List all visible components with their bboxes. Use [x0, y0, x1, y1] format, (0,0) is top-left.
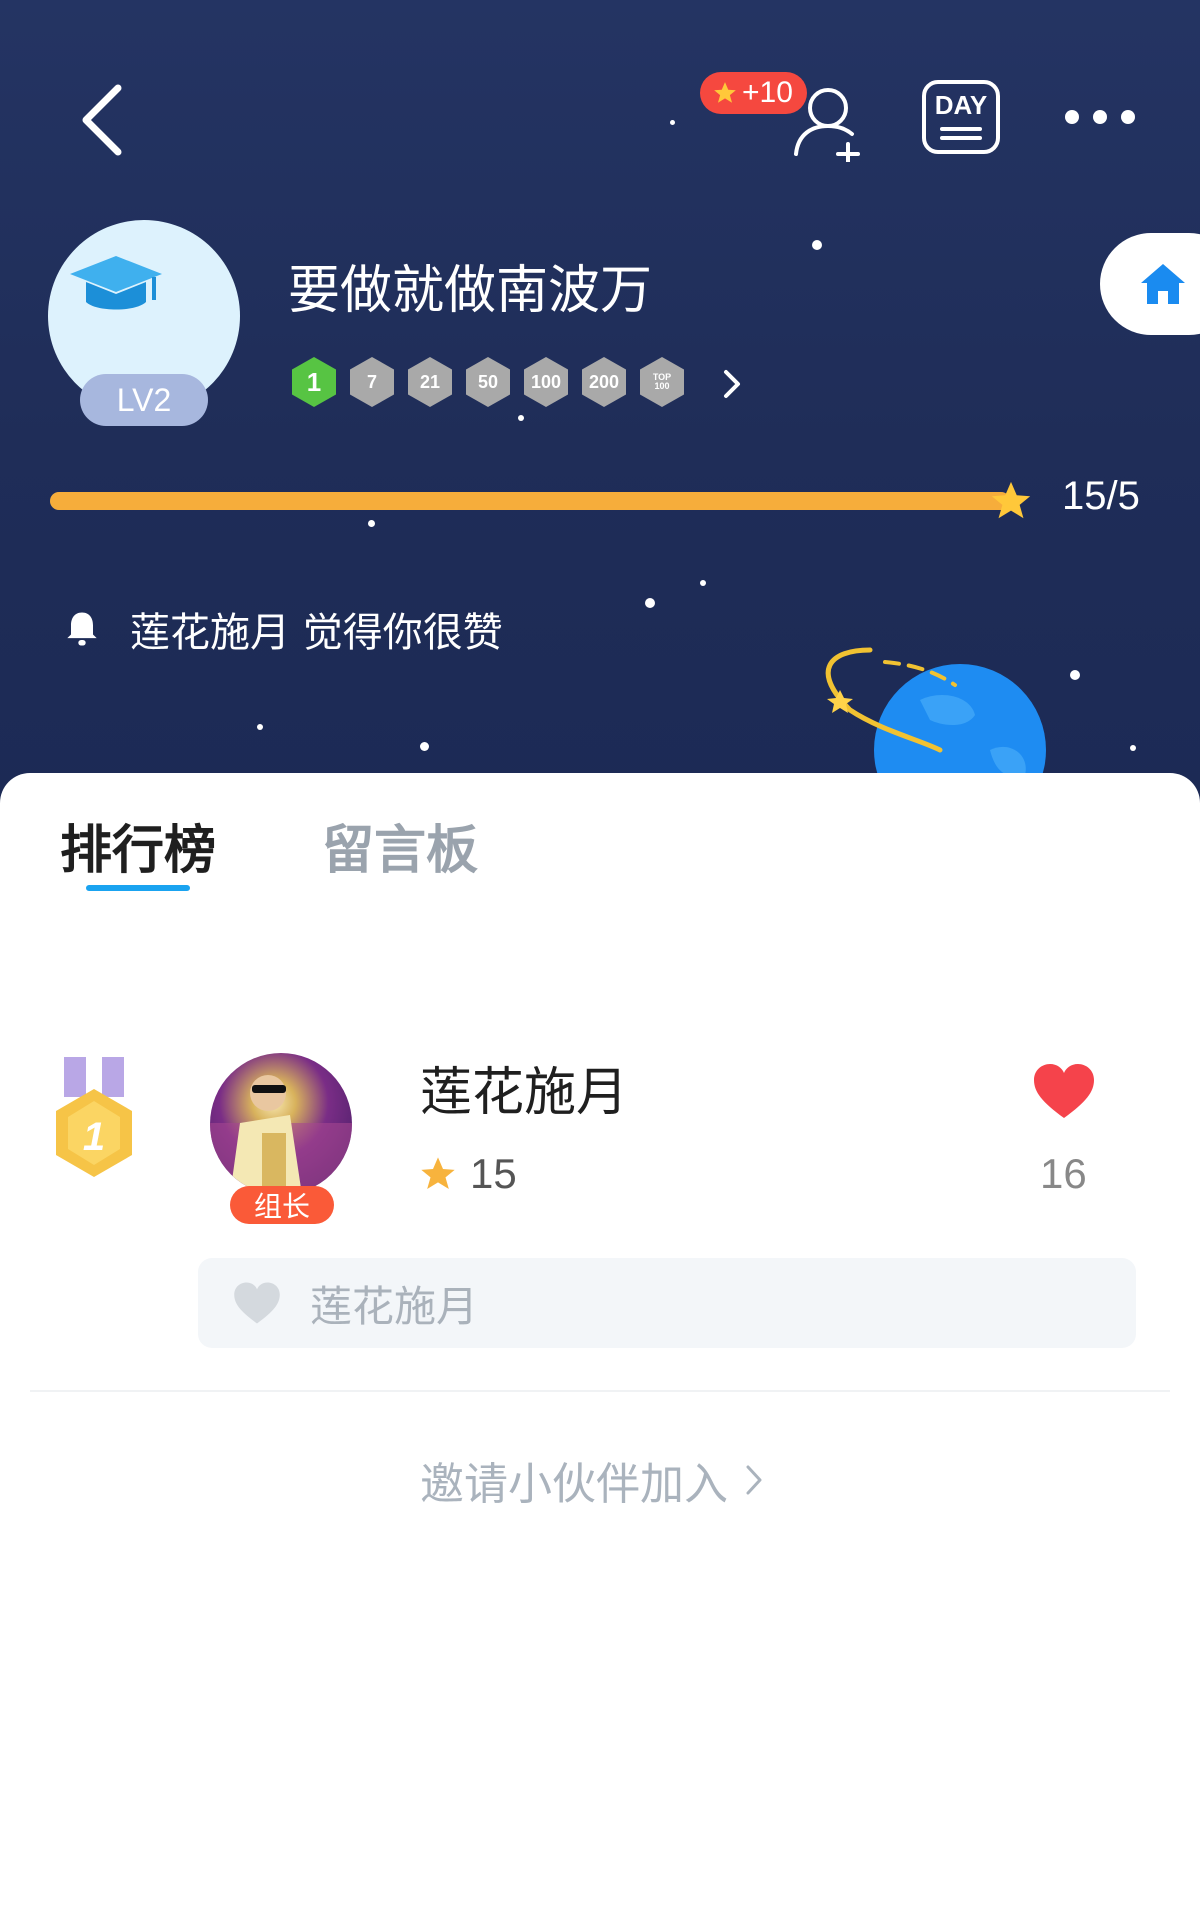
- member-avatar[interactable]: [210, 1053, 352, 1195]
- badge-day-1: 1: [292, 357, 336, 407]
- like-count: 16: [1040, 1150, 1087, 1197]
- home-icon: [1141, 264, 1185, 304]
- avatar-photo: [210, 1075, 352, 1195]
- tab-message-board[interactable]: 留言板: [322, 808, 478, 883]
- star-decoration: [645, 598, 655, 608]
- liker-names: 莲花施月: [310, 1281, 479, 1331]
- notification-text: 莲花施月 觉得你很赞: [130, 610, 503, 656]
- group-header: +10 DAY LV2 要做就做南波万 1 7 21 50 100 200 TO…: [0, 0, 1200, 810]
- level-badge: LV2: [80, 374, 208, 426]
- badge-list[interactable]: 1 7 21 50 100 200 TOP 100: [292, 357, 684, 407]
- badge-top-100: TOP 100: [640, 357, 684, 407]
- badge-day-21: 21: [408, 357, 452, 407]
- graduation-cap-icon: [70, 256, 162, 310]
- invite-friends-button[interactable]: 邀请小伙伴加入: [420, 1448, 764, 1512]
- group-name: 要做就做南波万: [288, 261, 653, 321]
- list-lines-icon: [940, 122, 982, 140]
- like-notification[interactable]: 莲花施月 觉得你很赞: [60, 600, 503, 658]
- divider: [30, 1390, 1170, 1392]
- chevron-right-icon[interactable]: [720, 366, 744, 402]
- star-decoration: [1130, 745, 1136, 751]
- badge-day-100: 100: [524, 357, 568, 407]
- more-options-icon[interactable]: [1065, 110, 1145, 130]
- progress-count: 15/5: [1062, 474, 1140, 518]
- chevron-right-icon: [746, 1465, 762, 1495]
- leader-tag: 组长: [230, 1186, 334, 1224]
- star-decoration: [518, 415, 524, 421]
- star-decoration: [700, 580, 706, 586]
- heart-icon: [234, 1282, 280, 1324]
- liker-list: 莲花施月: [198, 1258, 1136, 1348]
- bell-icon: [67, 612, 97, 646]
- tab-ranking[interactable]: 排行榜: [60, 808, 216, 883]
- follow-bonus-text: +10: [742, 76, 793, 109]
- badge-day-200: 200: [582, 357, 626, 407]
- rank-number: 1: [83, 1115, 105, 1159]
- badge-day-7: 7: [350, 357, 394, 407]
- member-score: 15: [418, 1150, 517, 1198]
- rank-medal-icon: 1: [56, 1057, 132, 1177]
- heart-icon[interactable]: [1032, 1062, 1096, 1120]
- back-arrow-icon[interactable]: [70, 80, 140, 160]
- star-decoration: [368, 520, 375, 527]
- star-decoration: [257, 724, 263, 730]
- star-icon: [714, 82, 736, 103]
- day-label: DAY: [934, 90, 988, 120]
- progress-fill: [50, 492, 1010, 510]
- daily-card-button[interactable]: DAY: [922, 80, 1000, 154]
- add-friend-button[interactable]: +10: [700, 72, 870, 162]
- star-decoration: [812, 240, 822, 250]
- star-icon: [421, 1157, 455, 1189]
- star-decoration: [420, 742, 429, 751]
- star-icon: [991, 481, 1031, 519]
- member-score-value: 15: [470, 1150, 517, 1197]
- badge-top-100-label: TOP 100: [652, 372, 672, 391]
- invite-label: 邀请小伙伴加入: [420, 1459, 728, 1510]
- member-name: 莲花施月: [420, 1063, 629, 1123]
- follow-bonus-badge: +10: [700, 72, 807, 114]
- home-button[interactable]: [1100, 233, 1200, 335]
- badge-day-50: 50: [466, 357, 510, 407]
- active-tab-indicator: [86, 885, 190, 891]
- star-decoration: [670, 120, 675, 125]
- progress-bar: [50, 492, 1010, 510]
